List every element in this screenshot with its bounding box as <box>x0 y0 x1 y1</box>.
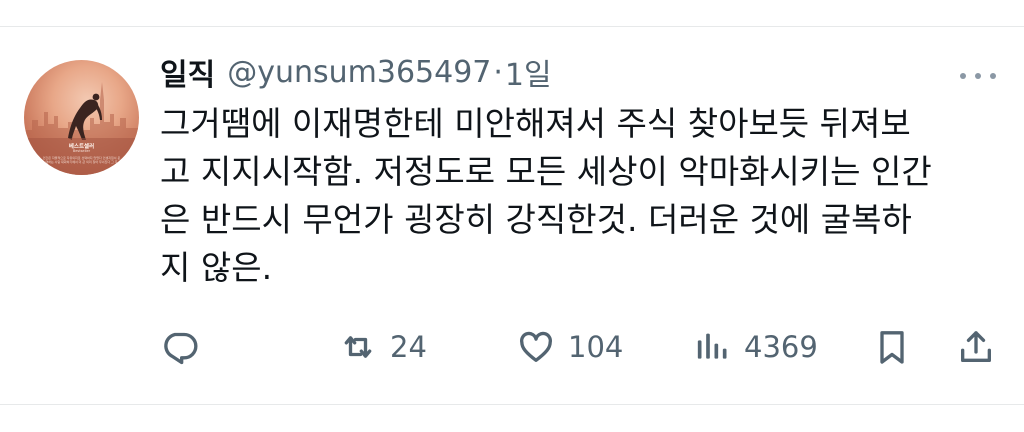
bookmark-icon <box>880 331 904 364</box>
views-count: 4369 <box>744 330 818 364</box>
views-button[interactable]: 4369 <box>692 324 818 370</box>
retweet-button[interactable]: 24 <box>338 324 427 370</box>
retweet-icon <box>344 336 372 358</box>
share-icon <box>961 331 991 362</box>
author-handle[interactable]: @yunsum365497 <box>227 55 491 90</box>
more-dot-icon <box>990 73 996 79</box>
more-dot-icon <box>960 73 966 79</box>
avatar-caption-subtitle: Bestseller <box>72 149 91 153</box>
heart-icon <box>520 331 552 362</box>
top-divider <box>0 26 1024 27</box>
action-bar: 24 104 4369 <box>160 324 1000 370</box>
bookmark-button[interactable] <box>872 324 912 370</box>
more-dot-icon <box>975 73 981 79</box>
share-button[interactable] <box>956 324 996 370</box>
timestamp[interactable]: 1일 <box>505 50 552 94</box>
separator-dot: · <box>493 54 503 90</box>
tweet-text: 그거땜에 이재명한테 미안해져서 주식 찾아보듯 뒤져보 고 지지시작함. 저정… <box>160 104 932 287</box>
avatar-caption-body: 인간은 자율적으로 자유의지로 선택하지 않았다 인생지침서 운영하는 사람 대… <box>42 156 121 164</box>
like-button[interactable]: 104 <box>516 324 623 370</box>
avatar[interactable]: 베스트셀러 Bestseller 인간은 자율적으로 자유의지로 선택하지 않았… <box>24 60 139 175</box>
reply-button[interactable] <box>160 324 200 370</box>
reply-icon <box>164 332 198 365</box>
tweet-header: 일직 @yunsum365497 · 1일 <box>160 50 552 94</box>
more-options-button[interactable] <box>958 64 998 88</box>
like-count: 104 <box>568 330 624 364</box>
retweet-count: 24 <box>390 330 427 364</box>
author-name[interactable]: 일직 <box>160 50 215 94</box>
bottom-divider <box>0 404 1024 405</box>
views-chart-icon <box>697 333 727 359</box>
